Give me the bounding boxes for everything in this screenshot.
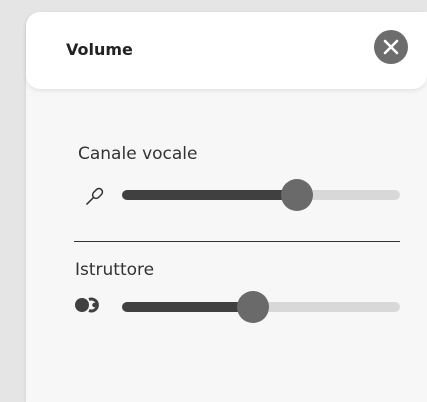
voice-channel-slider[interactable] (122, 179, 400, 211)
microphone-icon (86, 187, 104, 205)
instructor-slider[interactable] (122, 291, 400, 323)
instructor-icon (75, 297, 99, 313)
panel-title: Volume (66, 40, 133, 59)
close-icon (383, 39, 399, 55)
close-button[interactable] (374, 30, 408, 64)
voice-channel-thumb[interactable] (281, 179, 314, 211)
panel-header: Volume (26, 12, 427, 89)
voice-channel-label: Canale vocale (78, 144, 198, 164)
section-divider (74, 241, 400, 242)
instructor-label: Istruttore (75, 260, 155, 280)
instructor-fill (122, 302, 253, 312)
instructor-thumb[interactable] (236, 291, 269, 323)
voice-channel-fill (122, 190, 298, 200)
volume-panel: Volume Canale vocale Istruttore (26, 12, 427, 402)
